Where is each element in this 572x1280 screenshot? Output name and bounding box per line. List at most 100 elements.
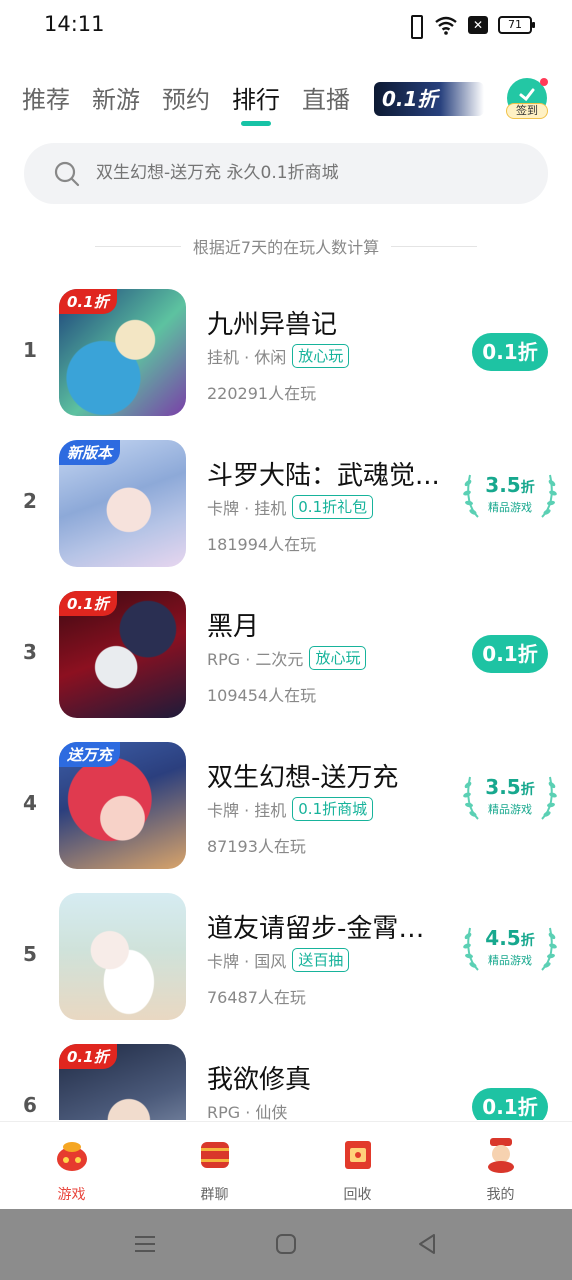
game-category: RPG · 仙侠 — [207, 1103, 288, 1120]
quality-discount-badge[interactable]: 4.5折 精品游戏 — [462, 922, 558, 974]
game-title: 黑月 — [207, 612, 260, 642]
status-time: 14:11 — [44, 12, 105, 36]
system-nav-bar — [0, 1209, 572, 1280]
ranking-note: 根据近7天的在玩人数计算 — [0, 234, 572, 258]
thumb-badge: 0.1折 — [59, 591, 117, 616]
game-row[interactable]: 3 0.1折 黑月 RPG · 二次元 放心玩 109454人在玩 0.1折 — [0, 580, 572, 731]
game-thumbnail[interactable]: 新版本 — [59, 440, 186, 567]
rank-number: 2 — [23, 489, 37, 513]
chat-drum-icon — [200, 1142, 229, 1168]
back-icon[interactable] — [414, 1232, 440, 1256]
game-thumbnail[interactable] — [59, 893, 186, 1020]
menu-icon[interactable] — [132, 1232, 158, 1256]
game-meta: 挂机 · 休闲 放心玩 — [207, 344, 350, 368]
game-thumbnail[interactable]: 0.1折 — [59, 289, 186, 416]
game-title: 斗罗大陆：武魂觉... — [207, 461, 440, 491]
players-count: 109454人在玩 — [207, 686, 317, 705]
game-tag: 放心玩 — [309, 646, 367, 670]
game-title: 双生幻想-送万充 — [207, 763, 399, 793]
quality-discount-badge[interactable]: 3.5折 精品游戏 — [462, 771, 558, 823]
nav-item-games[interactable]: 游戏 — [0, 1122, 143, 1209]
game-meta: 卡牌 · 挂机 0.1折礼包 — [207, 495, 374, 519]
tab-recommend[interactable]: 推荐 — [22, 82, 70, 122]
game-ranking-list: 1 0.1折 九州异兽记 挂机 · 休闲 放心玩 220291人在玩 0.1折 … — [0, 278, 572, 1120]
rank-number: 1 — [23, 338, 37, 362]
game-category: RPG · 二次元 — [207, 650, 304, 669]
status-bar: 14:11 ✕ 71 — [0, 0, 572, 52]
game-category: 卡牌 · 挂机 — [207, 801, 287, 820]
game-category: 卡牌 · 挂机 — [207, 499, 287, 518]
quality-label: 精品游戏 — [488, 803, 532, 816]
laurel-left-icon — [463, 927, 479, 971]
nav-item-group-chat[interactable]: 群聊 — [143, 1122, 286, 1209]
laurel-right-icon — [541, 776, 557, 820]
search-input[interactable] — [96, 143, 516, 204]
home-icon[interactable] — [273, 1232, 299, 1256]
discount-button[interactable]: 0.1折 — [472, 333, 548, 371]
wifi-icon — [435, 16, 457, 35]
quality-label: 精品游戏 — [488, 501, 532, 514]
tab-reservation[interactable]: 预约 — [162, 82, 210, 122]
notification-dot — [540, 78, 548, 86]
status-icons: ✕ 71 — [406, 14, 535, 39]
category-tabs: 推荐 新游 预约 排行 直播 — [22, 82, 350, 126]
players-count: 87193人在玩 — [207, 837, 306, 856]
check-heart-icon — [519, 88, 535, 102]
players-count: 220291人在玩 — [207, 384, 317, 403]
bottom-nav: 游戏 群聊 回收 我的 — [0, 1121, 572, 1209]
rank-number: 6 — [23, 1093, 37, 1117]
search-icon — [54, 161, 80, 187]
game-tag: 放心玩 — [292, 344, 350, 368]
vibrate-icon — [406, 14, 424, 39]
rank-number: 3 — [23, 640, 37, 664]
recycle-box-icon — [344, 1141, 371, 1169]
laurel-left-icon — [463, 474, 479, 518]
game-row[interactable]: 5 道友请留步-金霄破晓 卡牌 · 国风 送百抽 76487人在玩 4.5折 精… — [0, 882, 572, 1033]
quality-value: 4.5折 — [485, 926, 535, 950]
quality-discount-badge[interactable]: 3.5折 精品游戏 — [462, 469, 558, 521]
game-thumbnail[interactable]: 送万充 — [59, 742, 186, 869]
quality-value: 3.5折 — [485, 775, 535, 799]
game-meta: 卡牌 · 国风 送百抽 — [207, 948, 350, 972]
promo-banner[interactable]: 0.1折 — [374, 82, 484, 116]
nav-item-recycle[interactable]: 回收 — [286, 1122, 429, 1209]
game-row[interactable]: 4 送万充 双生幻想-送万充 卡牌 · 挂机 0.1折商城 87193人在玩 3… — [0, 731, 572, 882]
tab-live[interactable]: 直播 — [302, 82, 350, 122]
battery-icon: 71 — [498, 16, 535, 34]
profile-mascot-icon — [487, 1138, 514, 1173]
search-bar[interactable] — [24, 143, 548, 204]
game-thumbnail[interactable]: 0.1折 — [59, 1044, 186, 1120]
game-row[interactable]: 6 0.1折 我欲修真 RPG · 仙侠 0.1折 — [0, 1033, 572, 1120]
game-bag-icon — [56, 1142, 87, 1171]
divider — [94, 245, 181, 247]
game-meta: 卡牌 · 挂机 0.1折商城 — [207, 797, 374, 821]
tab-ranking[interactable]: 排行 — [232, 82, 280, 122]
game-row[interactable]: 2 新版本 斗罗大陆：武魂觉... 卡牌 · 挂机 0.1折礼包 181994人… — [0, 429, 572, 580]
signin-label: 签到 — [506, 103, 548, 119]
thumb-badge: 新版本 — [59, 440, 121, 465]
no-sim-icon: ✕ — [468, 16, 488, 34]
discount-button[interactable]: 0.1折 — [472, 1088, 548, 1120]
game-title: 九州异兽记 — [207, 310, 338, 340]
signin-button[interactable]: 签到 — [506, 78, 548, 122]
laurel-left-icon — [463, 776, 479, 820]
tab-new-games[interactable]: 新游 — [92, 82, 140, 122]
quality-label: 精品游戏 — [488, 954, 532, 967]
game-row[interactable]: 1 0.1折 九州异兽记 挂机 · 休闲 放心玩 220291人在玩 0.1折 — [0, 278, 572, 429]
discount-button[interactable]: 0.1折 — [472, 635, 548, 673]
game-title: 道友请留步-金霄破晓 — [207, 914, 447, 944]
quality-value: 3.5折 — [485, 473, 535, 497]
rank-number: 5 — [23, 942, 37, 966]
game-tag: 送百抽 — [292, 948, 350, 972]
nav-label: 我的 — [486, 1187, 515, 1203]
nav-item-profile[interactable]: 我的 — [429, 1122, 572, 1209]
players-count: 181994人在玩 — [207, 535, 317, 554]
players-count: 76487人在玩 — [207, 988, 306, 1007]
game-thumbnail[interactable]: 0.1折 — [59, 591, 186, 718]
thumb-badge: 0.1折 — [59, 289, 117, 314]
thumb-badge: 送万充 — [59, 742, 121, 767]
nav-label: 群聊 — [200, 1187, 229, 1203]
laurel-right-icon — [541, 927, 557, 971]
game-tag: 0.1折礼包 — [292, 495, 374, 519]
ranking-note-text: 根据近7天的在玩人数计算 — [192, 238, 380, 257]
